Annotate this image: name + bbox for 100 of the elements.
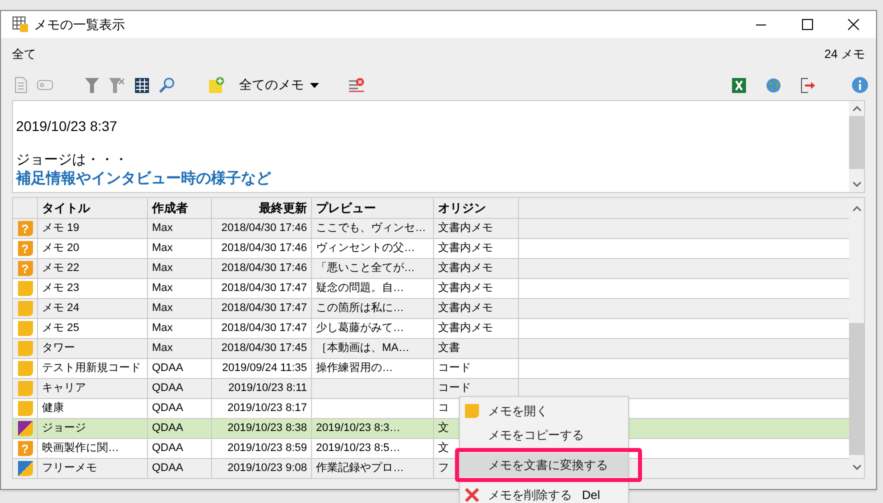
memo-filter-dropdown[interactable]: 全てのメモ bbox=[239, 75, 319, 95]
table-cell-text: 疑念の問題。自… bbox=[316, 281, 404, 296]
globe-icon[interactable] bbox=[766, 78, 781, 92]
table-cell-text: 2019/10/23 8:59 bbox=[227, 441, 307, 456]
table-cell-text: 2019/10/23 8:17 bbox=[227, 401, 307, 416]
table-cell-text: コード bbox=[438, 361, 471, 376]
table-cell-text: QDAA bbox=[152, 461, 184, 476]
table-cell-text: メモ 20 bbox=[42, 241, 80, 256]
document-icon[interactable] bbox=[15, 77, 27, 93]
table-cell-text: キャリア bbox=[42, 381, 86, 396]
filter-icon[interactable] bbox=[85, 78, 99, 92]
table-cell-text: 健康 bbox=[42, 400, 64, 416]
table-cell-text: 2018/04/30 17:47 bbox=[221, 281, 307, 296]
memo-text-line: 2019/10/23 8:37 bbox=[16, 117, 118, 136]
table-cell-text: 操作練習用の… bbox=[316, 361, 393, 376]
table-cell-text: ヴィンセントの父… bbox=[316, 241, 415, 256]
exit-icon[interactable] bbox=[801, 78, 816, 92]
table-cell-text: 2018/04/30 17:46 bbox=[221, 261, 307, 276]
table-cell-text: 2019/10/23 8:38 bbox=[227, 421, 307, 436]
note-icon bbox=[18, 341, 32, 356]
scroll-down-icon[interactable] bbox=[852, 182, 860, 187]
table-cell-text: 2019/09/24 11:35 bbox=[222, 361, 307, 376]
spreadsheet-icon[interactable] bbox=[732, 78, 746, 92]
delete-list-icon[interactable] bbox=[349, 78, 364, 92]
table-cell-text: 文書 bbox=[438, 340, 460, 356]
add-note-icon[interactable] bbox=[209, 77, 225, 93]
table-cell-text: 映画製作に関… bbox=[42, 441, 119, 456]
close-icon bbox=[848, 19, 858, 30]
table-cell-text: テスト用新規コード bbox=[42, 360, 141, 376]
table-cell-text: 2018/04/30 17:46 bbox=[221, 221, 307, 236]
filter-clear-icon[interactable] bbox=[109, 78, 125, 92]
memo-heading: 補足情報やインタビュー時の様子など bbox=[16, 169, 272, 188]
table-cell-text: コ bbox=[438, 401, 449, 416]
table-cell-text: フリーメモ bbox=[42, 461, 97, 476]
table-row[interactable]: メモ 23 Max 2018/04/30 17:47 疑念の問題。自… 文書内メモ bbox=[13, 278, 849, 298]
table-cell-text: Max bbox=[152, 321, 173, 336]
tag-icon[interactable] bbox=[37, 80, 53, 90]
scroll-down-icon[interactable] bbox=[852, 465, 860, 470]
window-title: メモの一覧表示 bbox=[34, 16, 125, 34]
table-cell-text: 2018/04/30 17:46 bbox=[221, 241, 307, 256]
note-icon bbox=[465, 404, 479, 418]
note-icon bbox=[18, 301, 32, 316]
table-row[interactable]: メモ 25 Max 2018/04/30 17:47 少し葛藤がみて… 文書内メモ bbox=[13, 318, 849, 338]
caret-icon bbox=[310, 82, 319, 88]
table-cell-text: コード bbox=[438, 381, 471, 396]
scroll-up-icon[interactable] bbox=[852, 206, 860, 211]
table-row[interactable]: メモ 24 Max 2018/04/30 17:47 この箇所は私に… 文書内メモ bbox=[13, 298, 849, 318]
table-cell-text: メモ 22 bbox=[42, 261, 80, 276]
menu-item[interactable]: メモを文書に変換する bbox=[460, 453, 628, 477]
menu-item[interactable]: メモを削除する Del bbox=[460, 483, 628, 503]
table-cell-text: ジョージ bbox=[42, 421, 86, 436]
note-icon bbox=[18, 421, 32, 436]
table-cell-text: 2019/10/23 8:11 bbox=[228, 381, 307, 396]
table-cell-text: 文 bbox=[438, 440, 449, 456]
memo-text-line: ジョージは・・・ bbox=[16, 150, 129, 169]
note-icon bbox=[18, 321, 32, 336]
scroll-thumb[interactable] bbox=[849, 323, 864, 455]
table-cell-text: 少し葛藤がみて… bbox=[316, 320, 404, 336]
table-cell-text: QDAA bbox=[152, 401, 184, 416]
table-cell-text: 文 bbox=[438, 420, 449, 436]
note-icon bbox=[18, 361, 32, 376]
table-row[interactable]: ? メモ 22 Max 2018/04/30 17:46 「悪いこと全てが… 文書内メモ bbox=[13, 258, 849, 278]
table-cell-text: 文書内メモ bbox=[438, 320, 493, 336]
table-cell-text: 2018/04/30 17:47 bbox=[221, 321, 307, 336]
question-note-icon: ? bbox=[18, 221, 32, 236]
note-icon bbox=[18, 281, 32, 296]
table-row[interactable]: タワー Max 2018/04/30 17:45 ［本動画は、MA… 文書 bbox=[13, 338, 849, 358]
scrollbar[interactable] bbox=[849, 101, 864, 192]
scrollbar[interactable] bbox=[849, 198, 864, 478]
search-icon[interactable] bbox=[159, 77, 175, 93]
table-cell-text: メモ 24 bbox=[42, 301, 80, 316]
table-cell-text: 2018/04/30 17:47 bbox=[221, 301, 307, 316]
table-cell-text: 文書内メモ bbox=[438, 260, 493, 276]
table-cell-text: タワー bbox=[42, 341, 75, 356]
delete-icon bbox=[465, 488, 479, 502]
table-cell-text: Max bbox=[152, 281, 173, 296]
table-cell-text: Max bbox=[152, 301, 173, 316]
scroll-up-icon[interactable] bbox=[852, 106, 860, 111]
info-icon[interactable] bbox=[852, 77, 868, 93]
table-cell-text: 文書内メモ bbox=[438, 220, 493, 236]
table-cell-text: この箇所は私に… bbox=[316, 301, 404, 316]
table-icon[interactable] bbox=[135, 78, 149, 92]
table-cell-text: フ bbox=[438, 461, 449, 476]
note-icon bbox=[18, 401, 32, 416]
question-note-icon: ? bbox=[18, 441, 32, 456]
table-cell-text: Max bbox=[152, 341, 173, 356]
filter-label: 全て bbox=[12, 46, 36, 63]
table-cell-text: ここでも、ヴィンセ… bbox=[316, 221, 426, 236]
table-cell-text: 2019/10/23 8:5… bbox=[316, 441, 400, 456]
scroll-thumb[interactable] bbox=[849, 116, 864, 169]
table-cell-text: 文書内メモ bbox=[438, 300, 493, 316]
table-cell-text: QDAA bbox=[152, 421, 184, 436]
table-row[interactable]: テスト用新規コード QDAA 2019/09/24 11:35 操作練習用の… コード bbox=[13, 358, 849, 378]
table-cell-text: QDAA bbox=[152, 381, 184, 396]
maximize-icon bbox=[802, 19, 812, 30]
table-row[interactable]: キャリア QDAA 2019/10/23 8:11 コード bbox=[13, 378, 849, 398]
table-row[interactable]: ? メモ 20 Max 2018/04/30 17:46 ヴィンセントの父… 文書内メモ bbox=[13, 238, 849, 258]
table-cell-text: 2018/04/30 17:45 bbox=[221, 341, 307, 356]
table-cell-text: ［本動画は、MA… bbox=[316, 341, 410, 356]
table-row[interactable]: ? メモ 19 Max 2018/04/30 17:46 ここでも、ヴィンセ… 文書内メモ bbox=[13, 218, 849, 238]
